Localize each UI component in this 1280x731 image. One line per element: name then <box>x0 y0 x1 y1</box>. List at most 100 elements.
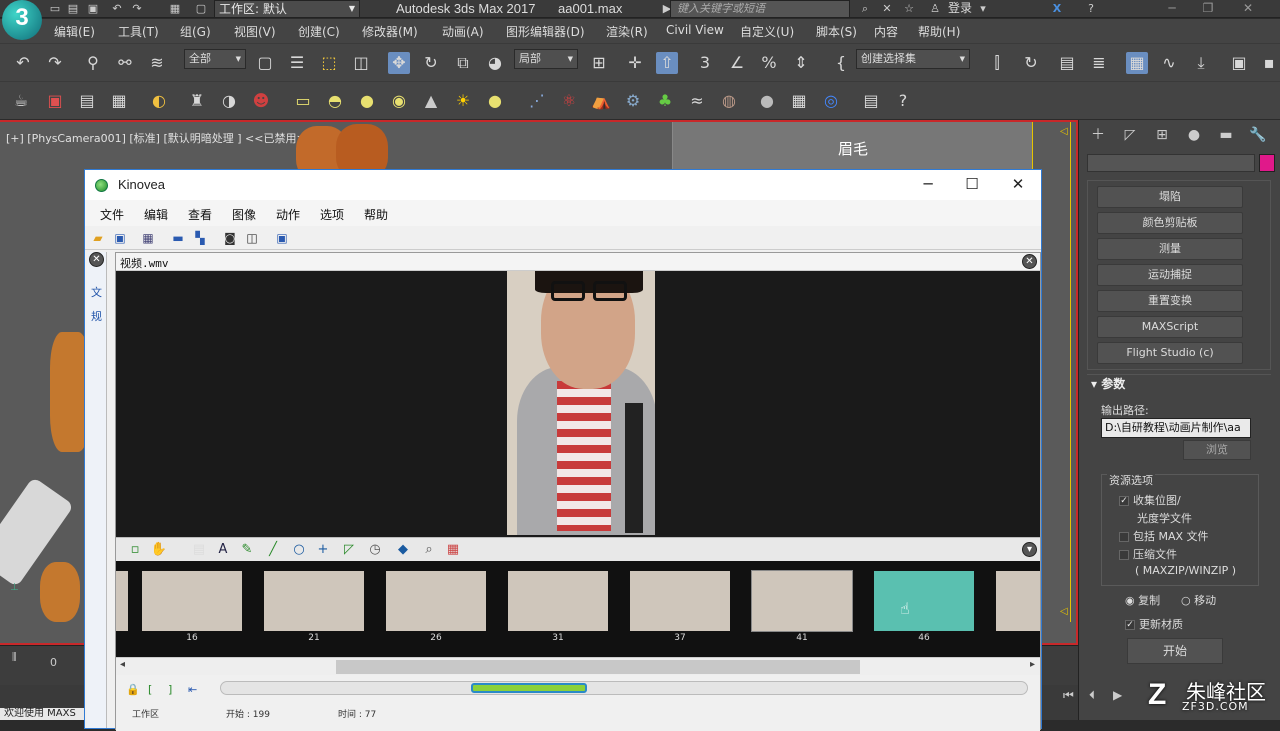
geosphere-icon[interactable]: ◉ <box>388 90 410 112</box>
kmenu-edit[interactable]: 编辑 <box>144 206 168 223</box>
kmenu-view[interactable]: 查看 <box>188 206 212 223</box>
list-icon[interactable]: ▤ <box>76 90 98 112</box>
video-area[interactable] <box>116 271 1040 537</box>
sun-icon[interactable]: ☀ <box>452 90 474 112</box>
material-sphere-icon[interactable]: ● <box>756 90 778 112</box>
light-bulb-icon[interactable]: ◐ <box>148 90 170 112</box>
search-icon[interactable]: ⌕ <box>858 2 872 15</box>
go-to-start-icon[interactable]: ⏮ <box>1063 688 1074 703</box>
line-icon[interactable]: ╱ <box>264 541 282 559</box>
reference-coord-dropdown[interactable]: 局部 ▼ <box>514 49 578 69</box>
render-setup-icon[interactable]: ▪ <box>1258 52 1280 74</box>
measure-button[interactable]: 测量 <box>1097 238 1243 260</box>
mirror-icon[interactable]: ⫿ <box>986 52 1008 74</box>
display-tab-icon[interactable]: ▬ <box>1215 124 1237 146</box>
color-profile-icon[interactable]: ▦ <box>444 541 462 559</box>
capture-icon[interactable]: ◫ <box>243 229 261 247</box>
window-crossing-icon[interactable]: ◫ <box>350 52 372 74</box>
scroll-left-icon[interactable]: ◂ <box>120 659 125 670</box>
hierarchy-tab-icon[interactable]: ⊞ <box>1151 124 1173 146</box>
pivot-center-icon[interactable]: ⊞ <box>588 52 610 74</box>
output-path-field[interactable]: D:\自研教程\动画片制作\aa <box>1101 418 1251 438</box>
workspace-dropdown[interactable]: 工作区: 默认 ▼ <box>214 0 360 18</box>
include-max-checkbox[interactable]: 包括 MAX 文件 <box>1119 528 1209 544</box>
collect-bitmaps-checkbox[interactable]: ✓ 收集位图/ <box>1119 492 1181 508</box>
new-file-icon[interactable]: ▭ <box>48 2 62 15</box>
hemisphere-icon[interactable]: ◓ <box>324 90 346 112</box>
settings-panel-icon[interactable]: ▤ <box>860 90 882 112</box>
scene-explorer-icon[interactable]: ▤ <box>1056 52 1078 74</box>
kmenu-help[interactable]: 帮助 <box>364 206 388 223</box>
menu-graph-editors[interactable]: 图形编辑器(D) <box>506 23 585 40</box>
kinovea-maximize-button[interactable]: ☐ <box>949 170 995 200</box>
grid-perspective-icon[interactable]: ◆ <box>394 541 412 559</box>
percent-snap-icon[interactable]: % <box>758 52 780 74</box>
create-tab-icon[interactable]: ＋ <box>1087 124 1109 146</box>
dual-screen-icon[interactable]: ▚ <box>191 229 209 247</box>
snapshot-icon[interactable]: ◙ <box>221 229 239 247</box>
modify-tab-icon[interactable]: ◸ <box>1119 124 1141 146</box>
keyframe-strip[interactable]: 16 21 26 31 37 41 46 ☝ <box>116 561 1040 657</box>
color-clipboard-button[interactable]: 颜色剪贴板 <box>1097 212 1243 234</box>
edit-named-selections-icon[interactable]: { <box>830 52 852 74</box>
gear-icon[interactable]: ⚙ <box>622 90 644 112</box>
keyframe-thumb-hover[interactable] <box>874 571 974 631</box>
ribbon-toggle-icon[interactable]: ▦ <box>1126 52 1148 74</box>
panel-close-icon[interactable]: ✕ <box>89 252 104 267</box>
workzone-selection[interactable] <box>471 683 587 693</box>
hair-ball-icon[interactable]: ◍ <box>718 90 740 112</box>
particle-grid-icon[interactable]: ⋰ <box>526 90 548 112</box>
grass-icon[interactable]: ♣ <box>654 90 676 112</box>
keyframe-thumb[interactable] <box>508 571 608 631</box>
keyframe-thumb[interactable] <box>630 571 730 631</box>
menu-civil-view[interactable]: Civil View <box>666 23 724 37</box>
spinner-snap-icon[interactable]: ⇕ <box>790 52 812 74</box>
menu-tools[interactable]: 工具(T) <box>118 23 159 40</box>
single-screen-icon[interactable]: ▬ <box>169 229 187 247</box>
menu-customize[interactable]: 自定义(U) <box>740 23 794 40</box>
lock-icon[interactable]: 🔒 <box>126 683 140 696</box>
angle-snap-icon[interactable]: ∠ <box>726 52 748 74</box>
copy-radio[interactable]: ◉ 复制 <box>1125 592 1160 608</box>
compress-checkbox[interactable]: 压缩文件 <box>1119 546 1177 562</box>
menu-content[interactable]: 内容 <box>874 23 898 40</box>
utilities-tab-icon[interactable]: 🔧 <box>1247 124 1269 146</box>
teapot-icon[interactable]: ☕ <box>10 90 32 112</box>
render-frame-icon[interactable]: ▣ <box>44 90 66 112</box>
menu-animation[interactable]: 动画(A) <box>442 23 484 40</box>
max-logo[interactable]: 3 <box>2 0 42 40</box>
menu-help[interactable]: 帮助(H) <box>918 23 960 40</box>
motion-capture-button[interactable]: 运动捕捉 <box>1097 264 1243 286</box>
keyframe-scrollbar[interactable]: ◂ ▸ <box>116 657 1040 675</box>
select-by-name-icon[interactable]: ☰ <box>286 52 308 74</box>
face-icon[interactable]: ☻ <box>250 90 272 112</box>
bind-spacewarp-icon[interactable]: ≋ <box>146 52 168 74</box>
comment-icon[interactable]: ▤ <box>190 541 208 559</box>
biped-icon[interactable]: ♜ <box>186 90 208 112</box>
color-swatch[interactable] <box>1259 154 1275 172</box>
update-materials-checkbox[interactable]: ✓ 更新材质 <box>1125 616 1183 632</box>
keyboard-shortcut-override-icon[interactable]: ⇧ <box>656 52 678 74</box>
maxscript-button[interactable]: MAXScript <box>1097 316 1243 338</box>
redo-icon[interactable]: ↷ <box>130 2 144 15</box>
menu-rendering[interactable]: 渲染(R) <box>606 23 648 40</box>
render-selected-icon[interactable]: ◎ <box>820 90 842 112</box>
kmenu-image[interactable]: 图像 <box>232 206 256 223</box>
table-icon[interactable]: ▦ <box>108 90 130 112</box>
viewport-label[interactable]: [+] [PhysCamera001] [标准] [默认明暗处理 ] <<已禁用… <box>6 130 315 146</box>
close-video-icon[interactable]: ✕ <box>1022 254 1037 269</box>
head-icon[interactable]: ◑ <box>218 90 240 112</box>
kmenu-file[interactable]: 文件 <box>100 206 124 223</box>
browser-icon[interactable]: ▦ <box>139 229 157 247</box>
name-field[interactable] <box>1087 154 1255 172</box>
reset-xform-button[interactable]: 重置变换 <box>1097 290 1243 312</box>
minimize-button[interactable]: ─ <box>1160 0 1184 18</box>
exchange-x-icon[interactable]: X <box>1050 2 1064 15</box>
project-folder-icon[interactable]: ▦ <box>168 2 182 15</box>
unlink-icon[interactable]: ⚯ <box>114 52 136 74</box>
params-rollout-header[interactable]: ▾ 参数 <box>1087 374 1271 392</box>
sphere-icon[interactable]: ● <box>356 90 378 112</box>
keyframe-thumb[interactable] <box>142 571 242 631</box>
select-object-icon[interactable]: ▢ <box>254 52 276 74</box>
add-keyframe-icon[interactable]: ▫ <box>126 541 144 559</box>
